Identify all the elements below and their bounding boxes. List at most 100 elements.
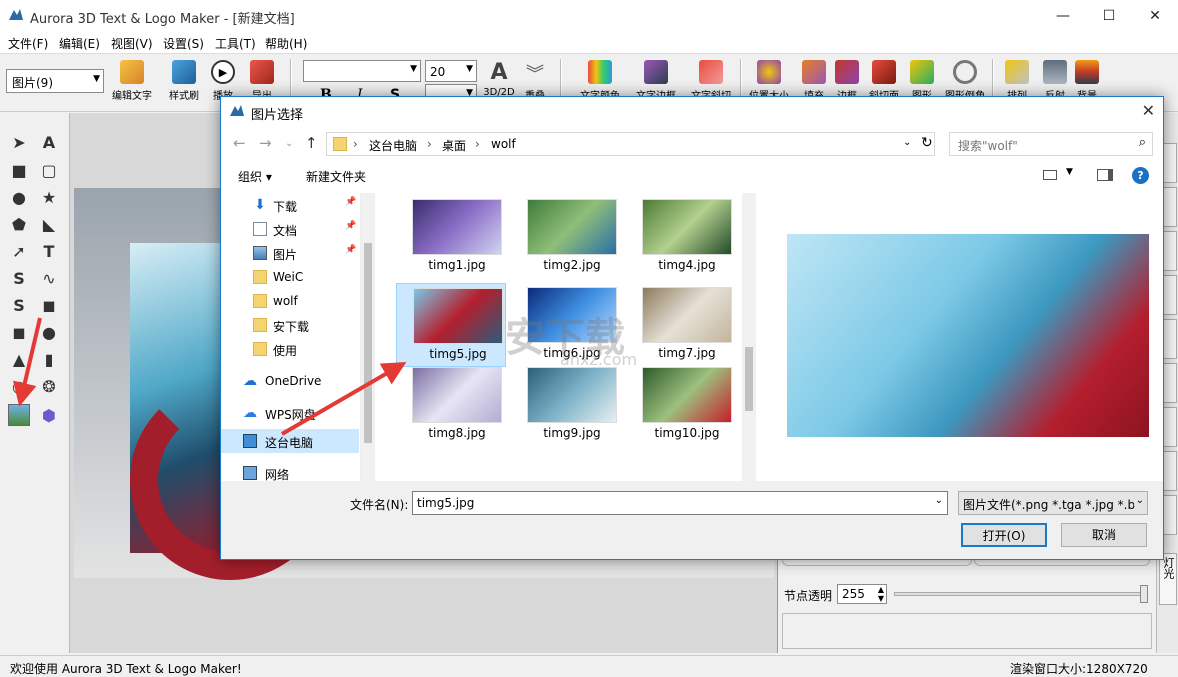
file-item[interactable]: timg7.jpg — [626, 283, 736, 367]
style-brush-button[interactable]: 样式刷 — [164, 60, 204, 104]
tree-scrollbar[interactable] — [361, 193, 375, 481]
s-shape-icon[interactable]: S — [8, 267, 30, 289]
side-tab-lighting[interactable]: 灯光 — [1159, 553, 1177, 605]
tree-item-wolf[interactable]: wolf — [221, 289, 359, 313]
breadcrumb-wolf[interactable]: wolf — [491, 137, 516, 151]
sphere-icon[interactable]: ● — [38, 321, 60, 343]
tree-item-wps-drive[interactable]: ☁ WPS网盘 — [221, 401, 359, 425]
pentagon-icon[interactable]: ⬟ — [8, 213, 30, 235]
tree-item-weic[interactable]: WeiC — [221, 265, 359, 289]
pointer-icon[interactable]: ➤ — [8, 131, 30, 153]
pin-icon[interactable]: 📌 — [345, 197, 356, 207]
edit-text-button[interactable]: 编辑文字 — [112, 60, 152, 104]
breadcrumb-this-pc[interactable]: 这台电脑 — [369, 137, 417, 154]
forward-icon[interactable]: → — [259, 134, 272, 152]
menu-help[interactable]: 帮助(H) — [265, 35, 307, 52]
object-type-combo[interactable]: 图片(9) ▼ — [6, 69, 104, 93]
torus-icon[interactable]: ◔ — [8, 375, 30, 397]
breadcrumb-desktop[interactable]: 桌面 — [442, 137, 466, 154]
menu-tools[interactable]: 工具(T) — [215, 35, 256, 52]
address-bar[interactable]: › 这台电脑 › 桌面 › wolf ⌄ ↻ — [326, 132, 935, 156]
position-icon — [757, 60, 781, 84]
organize-menu[interactable]: 组织 ▾ — [238, 168, 272, 185]
file-type-filter[interactable]: 图片文件(*.png *.tga *.jpg *.b ⌄ — [958, 491, 1148, 515]
chevron-down-icon: ▼ — [410, 64, 417, 74]
open-button[interactable]: 打开(O) — [961, 523, 1047, 547]
rounded-square-icon[interactable]: ▢ — [38, 159, 60, 181]
file-item[interactable]: timg10.jpg — [626, 363, 736, 447]
pin-icon[interactable]: 📌 — [345, 221, 356, 231]
recent-dropdown-icon[interactable]: ⌄ — [285, 138, 293, 149]
tree-item-anxiazai[interactable]: 安下载 — [221, 313, 359, 337]
preview-pane-icon[interactable] — [1097, 169, 1113, 181]
knot-icon[interactable]: ❂ — [38, 375, 60, 397]
maximize-icon[interactable]: ☐ — [1086, 0, 1132, 32]
style-brush-label: 样式刷 — [169, 91, 199, 102]
filename-input[interactable]: timg5.jpg ⌄ — [412, 491, 948, 515]
cone-icon[interactable]: ▲ — [8, 348, 30, 370]
file-item[interactable]: timg4.jpg — [626, 195, 736, 279]
menu-edit[interactable]: 编辑(E) — [59, 35, 100, 52]
search-input[interactable]: 搜索"wolf" ⌕ — [949, 132, 1153, 156]
chevron-down-icon[interactable]: ⌄ — [903, 137, 911, 148]
square-icon[interactable]: ■ — [8, 159, 30, 181]
menu-view[interactable]: 视图(V) — [111, 35, 153, 52]
spinner-arrows-icon[interactable]: ▲ ▼ — [878, 585, 884, 603]
close-icon[interactable]: ✕ — [1132, 0, 1178, 32]
view-options-icon[interactable] — [1043, 170, 1057, 180]
node-opacity-slider[interactable] — [894, 592, 1146, 596]
font-size-combo[interactable]: 20 ▼ — [425, 60, 477, 82]
text-border-icon — [644, 60, 668, 84]
file-item[interactable]: timg1.jpg — [396, 195, 506, 279]
node-opacity-spinner[interactable]: 255 ▲ ▼ — [837, 584, 887, 604]
quarter-shape-icon[interactable]: ◣ — [38, 213, 60, 235]
tree-item-downloads[interactable]: ⬇ 下载 📌 — [221, 193, 359, 217]
scrollbar-thumb[interactable] — [364, 243, 372, 443]
text-tool-icon[interactable]: A — [38, 131, 60, 153]
back-icon[interactable]: ← — [233, 134, 246, 152]
file-item[interactable]: timg8.jpg — [396, 363, 506, 447]
file-name: timg8.jpg — [428, 426, 486, 440]
star-icon[interactable]: ★ — [38, 186, 60, 208]
cube-3d-icon[interactable]: ◼ — [8, 321, 30, 343]
files-scrollbar[interactable] — [742, 193, 756, 481]
insert-model-icon[interactable]: ⬢ — [38, 404, 60, 426]
folder-icon — [253, 342, 267, 356]
file-item[interactable]: timg9.jpg — [511, 363, 621, 447]
insert-image-icon[interactable] — [8, 404, 30, 426]
font-combo[interactable]: ▼ — [303, 60, 421, 82]
chevron-down-icon[interactable]: ⌄ — [935, 495, 943, 506]
search-icon[interactable]: ⌕ — [1139, 135, 1146, 150]
minimize-icon[interactable]: — — [1040, 0, 1086, 32]
chevron-down-icon[interactable]: ▼ — [1066, 167, 1073, 177]
menu-settings[interactable]: 设置(S) — [163, 35, 204, 52]
s-plus-icon[interactable]: S — [8, 294, 30, 316]
pin-icon[interactable]: 📌 — [345, 245, 356, 255]
new-folder-button[interactable]: 新建文件夹 — [306, 168, 366, 185]
file-item[interactable]: timg2.jpg — [511, 195, 621, 279]
cylinder-icon[interactable]: ▮ — [38, 348, 60, 370]
tree-item-usage[interactable]: 使用 — [221, 337, 359, 361]
slider-thumb[interactable] — [1140, 585, 1148, 603]
cube-tool-icon[interactable]: ◼ — [38, 294, 60, 316]
tree-item-onedrive[interactable]: ☁ OneDrive — [221, 369, 359, 393]
help-icon[interactable]: ? — [1132, 167, 1149, 184]
cancel-button[interactable]: 取消 — [1061, 523, 1147, 547]
tree-item-pictures[interactable]: 图片 📌 — [221, 241, 359, 265]
edit-text-label: 编辑文字 — [112, 91, 152, 102]
up-icon[interactable]: ↑ — [305, 134, 318, 152]
tree-item-this-pc[interactable]: 这台电脑 — [221, 429, 359, 453]
tree-item-documents[interactable]: 文档 📌 — [221, 217, 359, 241]
font-size-value: 20 — [430, 65, 446, 79]
tree-label: 这台电脑 — [265, 436, 314, 450]
refresh-icon[interactable]: ↻ — [921, 135, 933, 151]
file-item[interactable]: timg5.jpg — [396, 283, 506, 367]
close-icon[interactable]: ✕ — [1142, 101, 1155, 120]
scrollbar-thumb[interactable] — [745, 347, 753, 411]
text-block-icon[interactable]: T — [38, 240, 60, 262]
circle-icon[interactable]: ● — [8, 186, 30, 208]
menu-file[interactable]: 文件(F) — [8, 35, 48, 52]
arrow-shape-icon[interactable]: ➚ — [8, 240, 30, 262]
curve-icon[interactable]: ∿ — [38, 267, 60, 289]
filename-value: timg5.jpg — [417, 496, 475, 510]
